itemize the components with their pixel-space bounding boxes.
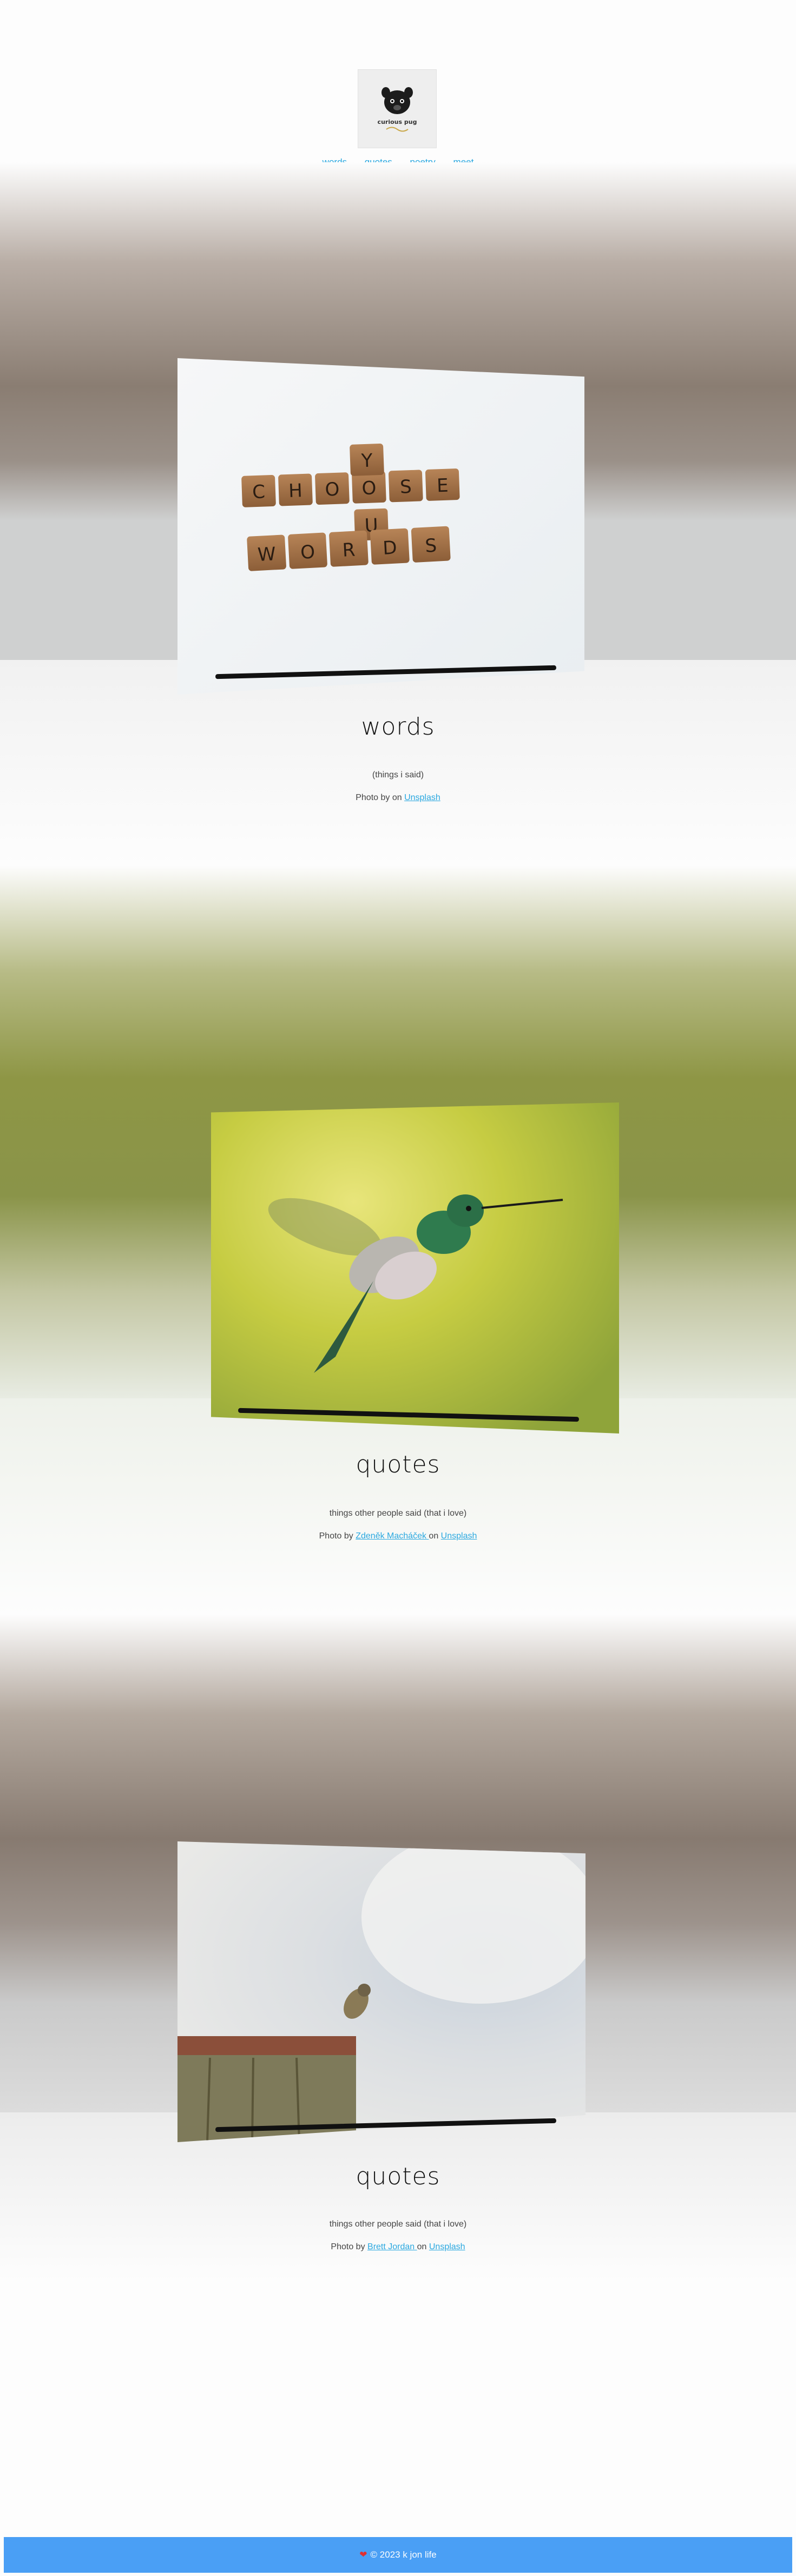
section-title-quotes-2: quotes bbox=[356, 2163, 440, 2190]
photographer-link[interactable]: Brett Jordan bbox=[367, 2242, 417, 2251]
band-bottom-fade bbox=[0, 660, 796, 866]
svg-text:R: R bbox=[342, 539, 356, 562]
svg-text:O: O bbox=[361, 477, 377, 499]
svg-text:E: E bbox=[436, 475, 449, 497]
section-subtitle-words: (things i said) bbox=[372, 770, 424, 780]
site-footer: ❤ © 2023 k jon life bbox=[4, 2537, 792, 2573]
site-logo[interactable]: curious pug bbox=[358, 69, 437, 148]
credit-prefix: Photo by bbox=[356, 793, 392, 802]
band-bottom-fade bbox=[0, 1398, 796, 1615]
svg-text:C: C bbox=[252, 481, 265, 503]
photographer-link[interactable]: Zdeněk Macháček bbox=[356, 1531, 429, 1541]
photo-credit-words: Photo by on Unsplash bbox=[0, 793, 796, 803]
footer-copyright: © 2023 k jon life bbox=[370, 2549, 437, 2560]
svg-text:Y: Y bbox=[360, 450, 373, 472]
section-title-words: words bbox=[361, 713, 435, 741]
svg-text:S: S bbox=[399, 476, 412, 498]
section-subtitle-quotes-2: things other people said (that i love) bbox=[329, 2220, 467, 2229]
logo-text: curious pug bbox=[377, 118, 417, 126]
svg-text:W: W bbox=[257, 543, 277, 566]
svg-text:S: S bbox=[425, 535, 438, 557]
svg-text:O: O bbox=[325, 479, 340, 501]
logo-ornament bbox=[386, 127, 409, 131]
svg-text:H: H bbox=[288, 480, 303, 502]
section-subtitle-quotes: things other people said (that i love) bbox=[329, 1509, 467, 1518]
hero-image-words: C H O O S E Y U W O R D S bbox=[177, 358, 584, 695]
heart-icon: ❤ bbox=[359, 2549, 367, 2560]
hummingbird-illustration bbox=[268, 1194, 563, 1373]
photo-credit-quotes: Photo by Zdeněk Macháček on Unsplash bbox=[0, 1531, 796, 1541]
svg-text:D: D bbox=[382, 537, 397, 559]
scrabble-tiles-illustration: C H O O S E Y U W O R D S bbox=[241, 444, 460, 571]
hero-image-hummingbird bbox=[211, 1102, 619, 1434]
unsplash-link[interactable]: Unsplash bbox=[404, 793, 440, 802]
unsplash-link[interactable]: Unsplash bbox=[429, 2242, 465, 2251]
credit-prefix: Photo by bbox=[319, 1531, 356, 1541]
unsplash-link[interactable]: Unsplash bbox=[441, 1531, 477, 1541]
hero-image-sparrow bbox=[177, 1841, 586, 2142]
svg-text:O: O bbox=[300, 541, 315, 563]
credit-mid: on bbox=[429, 1531, 441, 1541]
section-title-quotes: quotes bbox=[356, 1451, 440, 1478]
pug-icon bbox=[381, 87, 413, 114]
credit-mid: on bbox=[417, 2242, 429, 2251]
photo-credit-quotes-2: Photo by Brett Jordan on Unsplash bbox=[0, 2242, 796, 2252]
credit-mid: on bbox=[392, 793, 405, 802]
sparrow-illustration bbox=[177, 1841, 586, 2142]
credit-prefix: Photo by bbox=[331, 2242, 368, 2251]
